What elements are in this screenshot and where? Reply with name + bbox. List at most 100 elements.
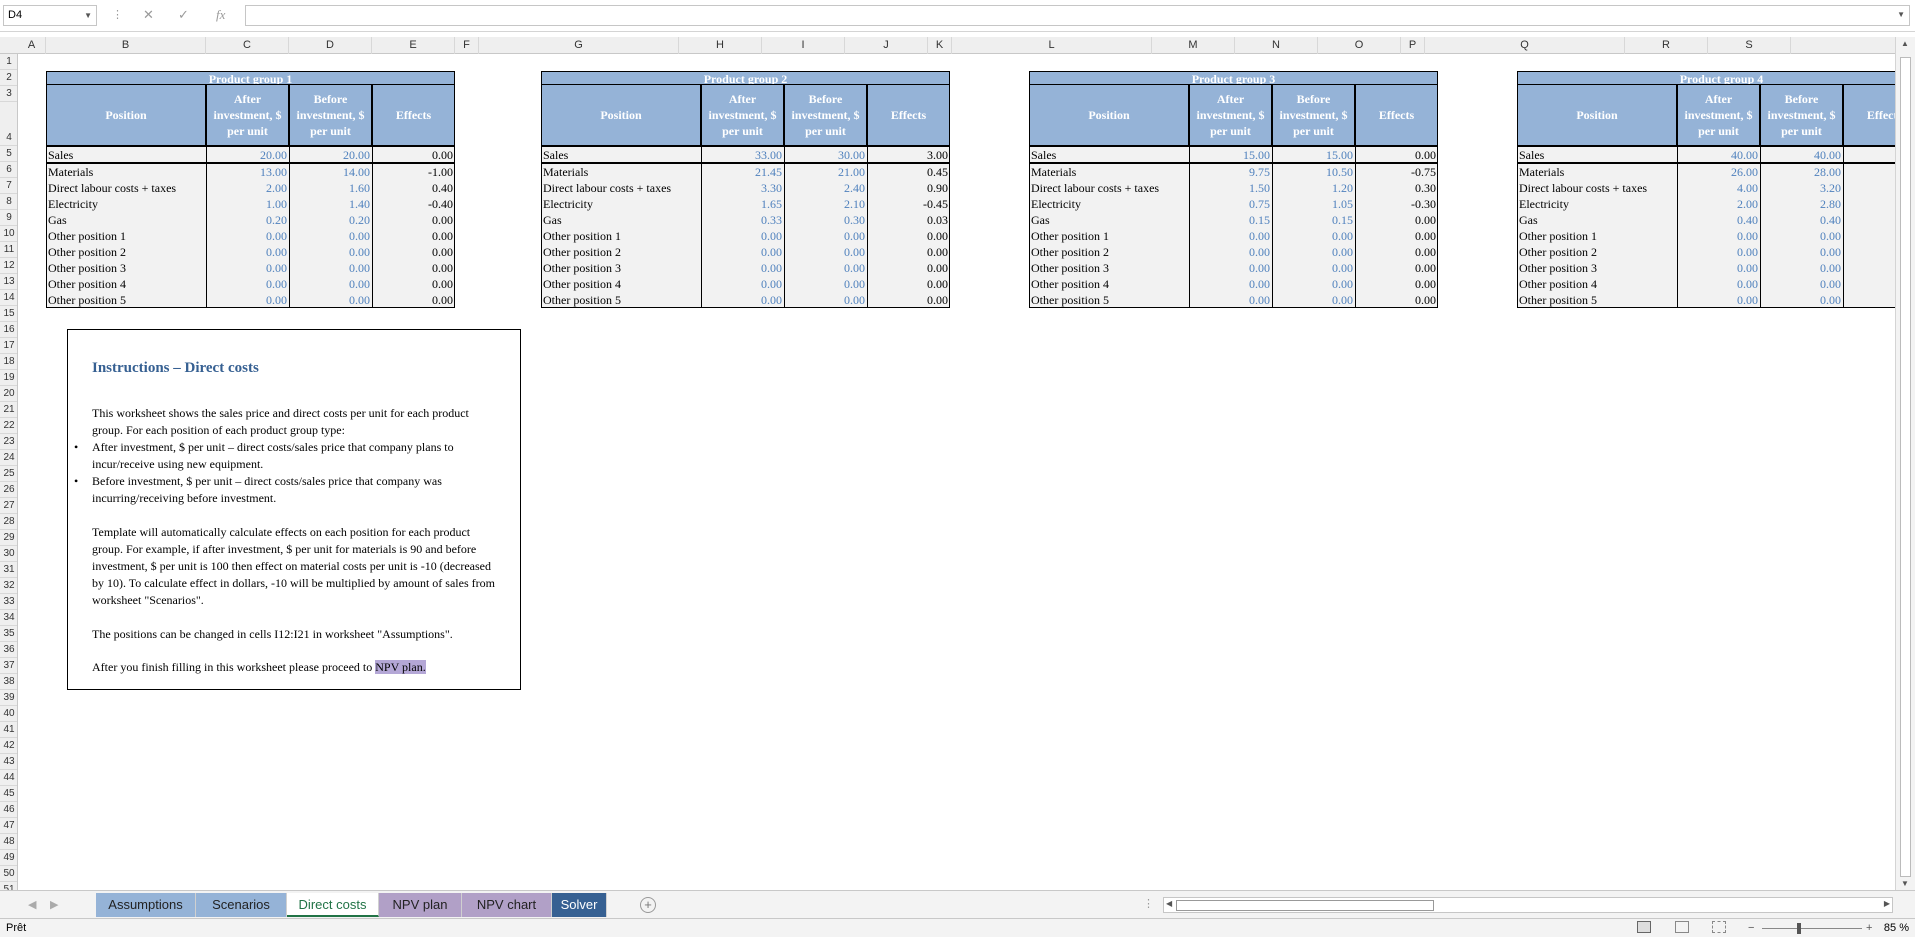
before-investment-cell[interactable]: 1.20: [1272, 180, 1355, 196]
column-header[interactable]: C: [206, 37, 289, 54]
row-header[interactable]: 36: [0, 642, 17, 658]
after-investment-cell[interactable]: 0.00: [1189, 260, 1272, 276]
position-cell[interactable]: Other position 2: [1517, 244, 1677, 260]
position-cell[interactable]: Other position 4: [46, 276, 206, 292]
after-investment-cell[interactable]: 40.00: [1677, 147, 1760, 163]
position-cell[interactable]: Other position 5: [46, 292, 206, 308]
before-investment-cell[interactable]: 0.00: [1760, 244, 1843, 260]
position-cell[interactable]: Other position 3: [541, 260, 701, 276]
column-header[interactable]: A: [18, 37, 46, 54]
after-investment-cell[interactable]: 0.20: [206, 212, 289, 228]
column-header[interactable]: E: [372, 37, 455, 54]
scroll-up-icon[interactable]: ▲: [1901, 39, 1909, 48]
after-investment-cell[interactable]: 1.65: [701, 196, 784, 212]
before-investment-cell[interactable]: 20.00: [289, 147, 372, 163]
effects-cell[interactable]: 0.40: [372, 180, 455, 196]
position-cell[interactable]: Other position 2: [541, 244, 701, 260]
position-cell[interactable]: Direct labour costs + taxes: [1029, 180, 1189, 196]
after-investment-cell[interactable]: 3.30: [701, 180, 784, 196]
before-investment-cell[interactable]: 0.00: [1272, 292, 1355, 308]
before-investment-cell[interactable]: 0.00: [289, 228, 372, 244]
after-investment-cell[interactable]: 0.00: [701, 228, 784, 244]
before-investment-cell[interactable]: 3.20: [1760, 180, 1843, 196]
effects-cell[interactable]: 0.03: [867, 212, 950, 228]
before-investment-cell[interactable]: 2.80: [1760, 196, 1843, 212]
position-cell[interactable]: Other position 1: [1029, 228, 1189, 244]
row-header[interactable]: 6: [0, 162, 17, 178]
position-cell[interactable]: Sales: [1517, 147, 1677, 163]
fx-icon[interactable]: fx: [216, 7, 225, 23]
row-header[interactable]: 34: [0, 610, 17, 626]
row-header[interactable]: 39: [0, 690, 17, 706]
position-cell[interactable]: Direct labour costs + taxes: [541, 180, 701, 196]
row-header[interactable]: 43: [0, 754, 17, 770]
position-cell[interactable]: Other position 5: [541, 292, 701, 308]
column-header[interactable]: N: [1235, 37, 1318, 54]
horizontal-scroll-thumb[interactable]: [1176, 900, 1434, 911]
column-header[interactable]: M: [1152, 37, 1235, 54]
before-investment-cell[interactable]: 10.50: [1272, 164, 1355, 180]
position-cell[interactable]: Other position 1: [541, 228, 701, 244]
effects-cell[interactable]: -0.30: [1355, 196, 1438, 212]
before-investment-cell[interactable]: 14.00: [289, 164, 372, 180]
after-investment-cell[interactable]: 0.00: [701, 260, 784, 276]
row-header[interactable]: 41: [0, 722, 17, 738]
before-investment-cell[interactable]: 1.60: [289, 180, 372, 196]
effects-cell[interactable]: 0.00: [1355, 276, 1438, 292]
row-header[interactable]: 44: [0, 770, 17, 786]
before-investment-cell[interactable]: 0.30: [784, 212, 867, 228]
after-investment-cell[interactable]: 0.00: [1189, 244, 1272, 260]
npv-plan-link[interactable]: NPV plan.: [375, 660, 426, 674]
position-cell[interactable]: Other position 4: [1029, 276, 1189, 292]
position-cell[interactable]: Materials: [46, 164, 206, 180]
effects-cell[interactable]: 0.00: [1355, 147, 1438, 163]
before-investment-cell[interactable]: 1.40: [289, 196, 372, 212]
worksheet-grid[interactable]: Product group 1 Position After investment,…: [18, 54, 1895, 890]
scroll-down-icon[interactable]: ▼: [1901, 879, 1909, 888]
column-header[interactable]: I: [762, 37, 845, 54]
after-investment-cell[interactable]: 0.00: [1189, 276, 1272, 292]
cancel-icon[interactable]: ✕: [143, 7, 154, 23]
after-investment-cell[interactable]: 0.00: [1189, 228, 1272, 244]
position-cell[interactable]: Sales: [541, 147, 701, 163]
row-header[interactable]: 3: [0, 86, 17, 102]
after-investment-cell[interactable]: 0.00: [206, 228, 289, 244]
position-cell[interactable]: Other position 3: [1517, 260, 1677, 276]
effects-cell[interactable]: 0.00: [867, 276, 950, 292]
effects-cell[interactable]: 0.00: [372, 212, 455, 228]
before-investment-cell[interactable]: 0.00: [289, 244, 372, 260]
position-cell[interactable]: Other position 4: [1517, 276, 1677, 292]
before-investment-cell[interactable]: 0.00: [1760, 276, 1843, 292]
effects-cell[interactable]: 0.45: [867, 164, 950, 180]
after-investment-cell[interactable]: 1.00: [206, 196, 289, 212]
position-cell[interactable]: Other position 3: [1029, 260, 1189, 276]
row-header[interactable]: 35: [0, 626, 17, 642]
prev-sheet-icon[interactable]: ◀: [28, 898, 36, 911]
after-investment-cell[interactable]: 0.00: [1677, 276, 1760, 292]
after-investment-cell[interactable]: 26.00: [1677, 164, 1760, 180]
effects-cell[interactable]: 0.00: [372, 276, 455, 292]
row-header[interactable]: 37: [0, 658, 17, 674]
after-investment-cell[interactable]: 0.00: [1189, 292, 1272, 308]
row-header[interactable]: 46: [0, 802, 17, 818]
position-cell[interactable]: Direct labour costs + taxes: [46, 180, 206, 196]
zoom-level[interactable]: 85 %: [1884, 919, 1909, 937]
enter-icon[interactable]: ✓: [178, 7, 189, 23]
effects-cell[interactable]: -0.40: [372, 196, 455, 212]
effects-cell[interactable]: 3.00: [867, 147, 950, 163]
row-header[interactable]: 16: [0, 322, 17, 338]
after-investment-cell[interactable]: 13.00: [206, 164, 289, 180]
before-investment-cell[interactable]: 2.10: [784, 196, 867, 212]
after-investment-cell[interactable]: 9.75: [1189, 164, 1272, 180]
before-investment-cell[interactable]: 0.00: [1760, 292, 1843, 308]
effects-cell[interactable]: 0.00: [867, 228, 950, 244]
position-cell[interactable]: Other position 5: [1029, 292, 1189, 308]
before-investment-cell[interactable]: 40.00: [1760, 147, 1843, 163]
row-header[interactable]: 23: [0, 434, 17, 450]
position-cell[interactable]: Other position 5: [1517, 292, 1677, 308]
after-investment-cell[interactable]: 2.00: [206, 180, 289, 196]
page-layout-icon[interactable]: [1675, 921, 1689, 933]
after-investment-cell[interactable]: 0.00: [1677, 244, 1760, 260]
effects-cell[interactable]: 0.00: [1355, 244, 1438, 260]
position-cell[interactable]: Direct labour costs + taxes: [1517, 180, 1677, 196]
